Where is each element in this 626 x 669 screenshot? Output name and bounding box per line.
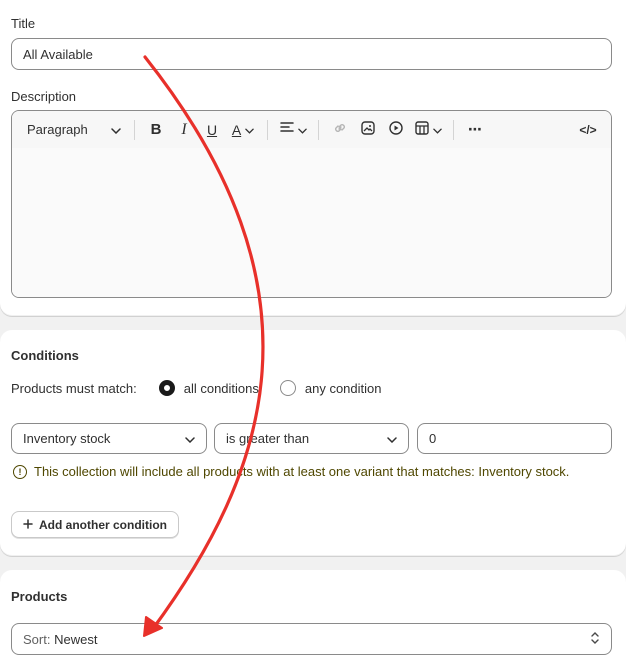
condition-field-select[interactable]: Inventory stock [11, 423, 207, 454]
select-updown-icon [590, 631, 600, 648]
match-options: Products must match: all conditions any … [11, 380, 382, 396]
plus-icon [23, 518, 33, 532]
warning-text: This collection will include all product… [34, 464, 570, 479]
paragraph-format-select[interactable]: Paragraph [27, 118, 127, 142]
chevron-down-icon [185, 431, 195, 446]
add-condition-label: Add another condition [39, 517, 167, 532]
add-condition-button[interactable]: Add another condition [11, 511, 179, 538]
toolbar-divider [134, 119, 135, 140]
play-circle-icon [389, 121, 403, 138]
table-button[interactable] [410, 118, 446, 142]
condition-warning: ! This collection will include all produ… [13, 462, 603, 482]
bold-button[interactable]: B [142, 118, 170, 142]
text-color-button[interactable]: A [226, 118, 260, 142]
description-editor: Paragraph B I U A ⋯ </> [11, 110, 612, 298]
image-button[interactable] [354, 118, 382, 142]
title-input[interactable]: All Available [11, 38, 612, 70]
all-conditions-radio[interactable] [158, 380, 175, 396]
title-input-value: All Available [23, 46, 93, 62]
condition-field-value: Inventory stock [23, 431, 111, 446]
details-card: Title All Available Description Paragrap… [0, 0, 626, 316]
more-options-button[interactable]: ⋯ [461, 118, 489, 142]
italic-button[interactable]: I [170, 118, 198, 142]
toolbar-divider [318, 119, 319, 140]
condition-operator-value: is greater than [226, 431, 310, 446]
sort-select[interactable]: Sort: Newest [11, 623, 612, 655]
align-left-icon [279, 122, 294, 137]
align-button[interactable] [275, 118, 311, 142]
toolbar-divider [267, 119, 268, 140]
underline-button[interactable]: U [198, 118, 226, 142]
video-button[interactable] [382, 118, 410, 142]
match-label: Products must match: [11, 380, 137, 396]
title-label: Title [11, 16, 36, 31]
condition-value-text: 0 [429, 431, 437, 446]
toolbar-divider [453, 119, 454, 140]
chevron-down-icon [245, 122, 254, 137]
condition-value-input[interactable]: 0 [417, 423, 612, 454]
products-heading: Products [11, 589, 68, 604]
condition-operator-select[interactable]: is greater than [214, 423, 409, 454]
description-text-area[interactable] [12, 148, 611, 297]
conditions-heading: Conditions [11, 348, 79, 363]
sort-prefix: Sort: [23, 631, 51, 647]
paragraph-label: Paragraph [27, 122, 88, 137]
image-icon [361, 121, 375, 138]
text-color-icon: A [231, 121, 242, 138]
link-button[interactable] [326, 118, 354, 142]
code-view-button[interactable]: </> [573, 118, 603, 142]
link-icon [333, 121, 347, 138]
sort-display: Sort: Newest [23, 632, 97, 647]
description-label: Description [11, 89, 77, 104]
chevron-down-icon [297, 122, 307, 137]
chevron-down-icon [387, 431, 397, 446]
chevron-down-icon [432, 122, 442, 137]
all-conditions-label[interactable]: all conditions [184, 381, 259, 396]
editor-toolbar: Paragraph B I U A ⋯ </> [12, 111, 611, 148]
alert-circle-icon: ! [13, 465, 27, 479]
chevron-down-icon [111, 122, 121, 137]
any-condition-label[interactable]: any condition [305, 381, 382, 396]
any-condition-radio[interactable] [279, 380, 296, 396]
table-icon [414, 121, 429, 138]
sort-value: Newest [54, 631, 98, 647]
